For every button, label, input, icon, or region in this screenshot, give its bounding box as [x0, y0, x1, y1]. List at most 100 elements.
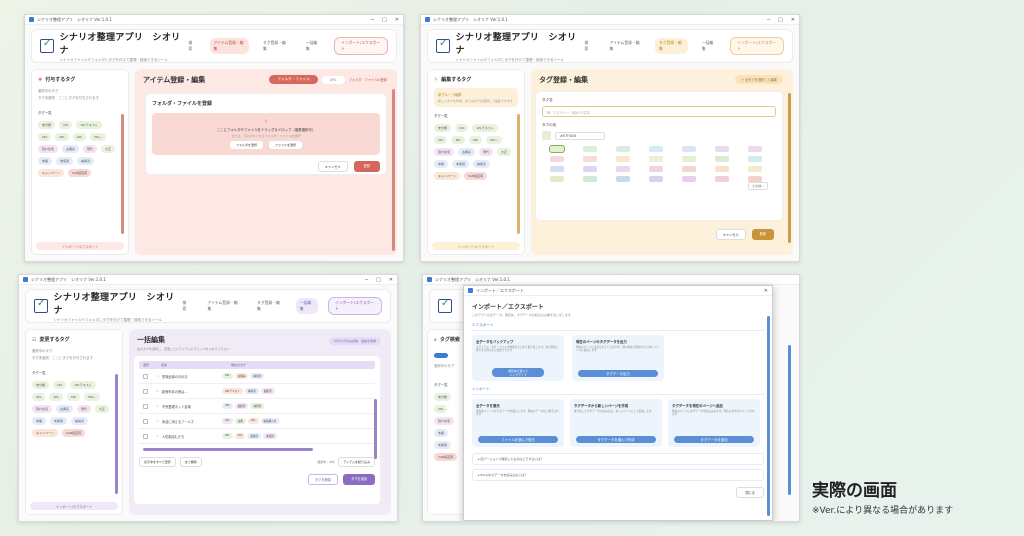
filter-button[interactable]: アイテムを絞り込み: [338, 457, 375, 467]
color-swatch[interactable]: [583, 156, 597, 162]
drop-zone[interactable]: ⇧ ここにフォルダやファイルをドラッグ＆ドロップ（複数選択可） または、下のボタ…: [152, 113, 380, 155]
tag-chip[interactable]: 大正: [497, 148, 512, 156]
tag-chip[interactable]: 隠れ住宅: [32, 405, 53, 413]
import-export-button[interactable]: インポート/エクスポート: [333, 37, 388, 55]
window-controls[interactable]: ─ □ ✕: [371, 17, 399, 23]
color-swatch[interactable]: [583, 146, 597, 152]
tag-chip[interactable]: 古典系: [56, 405, 74, 413]
main-scrollbar[interactable]: [788, 345, 791, 495]
toggle-folder-file[interactable]: フォルダ・ファイル: [269, 75, 318, 84]
main-scrollbar[interactable]: [374, 399, 377, 459]
color-swatch[interactable]: [748, 166, 762, 172]
tag-chip[interactable]: 未使用: [434, 441, 452, 449]
import-export-button[interactable]: インポート/エクスポート: [729, 37, 784, 55]
tag-chip[interactable]: 未開: [434, 429, 449, 437]
tab-item-register[interactable]: アイテム登録・編集: [606, 38, 646, 54]
create-page-button[interactable]: タグデータを選んで作成: [576, 436, 656, 443]
tag-chip[interactable]: キャンペーン: [32, 429, 58, 437]
toggle-url[interactable]: URL: [321, 75, 345, 84]
close-button[interactable]: 閉じる: [736, 487, 764, 498]
restore-button[interactable]: ファイルを選んで復元: [478, 436, 558, 443]
select-file-button[interactable]: ファイルを選択: [269, 141, 303, 149]
table-row[interactable]: ▭ 人形劇ぼむたち 2PL 1PL 最終済 未使用: [139, 429, 375, 444]
tag-chip[interactable]: 古典系: [62, 145, 80, 153]
color-swatch[interactable]: [616, 146, 630, 152]
color-swatch[interactable]: [649, 166, 663, 172]
faq-item[interactable]: ▸ Excelからデータを読み込むには？: [472, 469, 764, 481]
sidebar-scrollbar[interactable]: [115, 374, 118, 494]
color-swatch[interactable]: [682, 166, 696, 172]
custom-color-button[interactable]: その他...: [748, 182, 768, 190]
table-row[interactable]: ▭ 永遠に消えるフールズ 1PL 古典 1PL 納品購入可: [139, 414, 375, 429]
color-swatch[interactable]: [616, 176, 630, 182]
dialog-close[interactable]: ✕: [764, 288, 768, 294]
tag-chip[interactable]: 5PL~: [84, 393, 101, 401]
table-row[interactable]: ▭ 新宿市あの夜は… 2PLテキスト 納得済 最終済: [139, 384, 375, 399]
backup-button[interactable]: 保存先を選んで バックアップ: [492, 368, 544, 377]
tab-tag-register[interactable]: タグ登録・編集: [655, 38, 688, 54]
tab-item-register[interactable]: アイテム登録・編集: [209, 38, 250, 54]
new-group-box[interactable]: 新グループ編集 新しいタグを作成、またはタグを選択して編集できます: [434, 88, 518, 107]
tag-chip[interactable]: 2PL: [434, 136, 448, 144]
tag-chip[interactable]: 5PL~: [486, 136, 503, 144]
cancel-button[interactable]: キャンセル: [715, 229, 746, 240]
tag-chip[interactable]: 未開: [32, 417, 47, 425]
color-swatch[interactable]: [550, 176, 564, 182]
tag-chip[interactable]: 未分類: [32, 381, 50, 389]
tag-chip[interactable]: 隠れ住宅: [434, 148, 455, 156]
color-swatch[interactable]: [682, 176, 696, 182]
tag-chip[interactable]: 2PL: [32, 393, 46, 401]
color-swatch[interactable]: [715, 156, 729, 162]
color-swatch[interactable]: [583, 176, 597, 182]
tag-name-input[interactable]: 例：ミステリー（最大32文字）: [542, 106, 776, 117]
add-tags-button[interactable]: タグデータを追加: [674, 436, 754, 443]
tag-chip[interactable]: 隠れ住宅: [38, 145, 59, 153]
color-swatch[interactable]: [549, 145, 565, 153]
window-controls[interactable]: ─ □ ✕: [365, 277, 393, 283]
tab-tag-register[interactable]: タグ登録・編集: [259, 38, 292, 54]
tag-chip[interactable]: 未開: [38, 157, 53, 165]
tag-chip[interactable]: 2PL: [38, 133, 52, 141]
tag-chip[interactable]: 4PL: [72, 133, 87, 141]
color-swatch[interactable]: [649, 176, 663, 182]
tag-chip[interactable]: 1PL: [455, 124, 469, 132]
color-swatch[interactable]: [616, 156, 630, 162]
tag-chip[interactable]: 未使用: [50, 417, 68, 425]
sidebar-import-export-button[interactable]: インポート/エクスポート: [432, 242, 520, 250]
tag-chip[interactable]: キャンペーン: [434, 172, 460, 180]
tab-search[interactable]: 検索: [580, 38, 595, 54]
tag-chip[interactable]: 未開: [434, 160, 449, 168]
tag-chip[interactable]: 4PL: [468, 136, 483, 144]
table-row[interactable]: ▭ 霊場全部のほのお 1PL 古典系 納得済: [139, 369, 375, 384]
tag-chip[interactable]: 3PL: [55, 133, 69, 141]
tab-bulk-edit[interactable]: 一括編集: [698, 38, 720, 54]
tag-chip[interactable]: 未使用: [56, 157, 74, 165]
tag-chip[interactable]: 大正: [101, 145, 116, 153]
sidebar-import-export-button[interactable]: インポート/エクスポート: [36, 242, 124, 250]
tag-chip[interactable]: 1PLテキスト: [76, 121, 102, 129]
color-swatch[interactable]: [715, 166, 729, 172]
select-folder-button[interactable]: フォルダを選択: [229, 141, 263, 149]
row-checkbox[interactable]: [143, 418, 148, 424]
sidebar-blue-chip[interactable]: [434, 353, 448, 358]
cancel-button[interactable]: キャンセル: [317, 161, 348, 172]
tab-bulk-edit[interactable]: 一括編集: [302, 38, 324, 54]
tag-chip[interactable]: 3PL: [451, 136, 465, 144]
tag-chip[interactable]: 現代: [83, 145, 98, 153]
color-swatch[interactable]: [649, 156, 663, 162]
tag-chip[interactable]: 納得済: [77, 157, 95, 165]
window-controls[interactable]: ─ □ ✕: [767, 17, 795, 23]
color-swatch[interactable]: [748, 146, 762, 152]
tag-chip[interactable]: 現代: [479, 148, 494, 156]
select-all-button[interactable]: 表示中をすべて選択: [139, 457, 176, 467]
dialog-scrollbar[interactable]: [767, 316, 770, 516]
main-scrollbar[interactable]: [788, 93, 791, 243]
tag-chip[interactable]: 1PL: [53, 381, 67, 389]
tag-chip[interactable]: 2PL: [434, 405, 448, 413]
color-hex-input[interactable]: #E7F4D6: [555, 131, 605, 140]
apply-tag-button[interactable]: タグを適用: [343, 474, 375, 485]
sidebar-scrollbar[interactable]: [517, 114, 520, 234]
color-swatch[interactable]: [583, 166, 597, 172]
row-checkbox[interactable]: [143, 403, 148, 409]
row-checkbox[interactable]: [143, 373, 148, 379]
